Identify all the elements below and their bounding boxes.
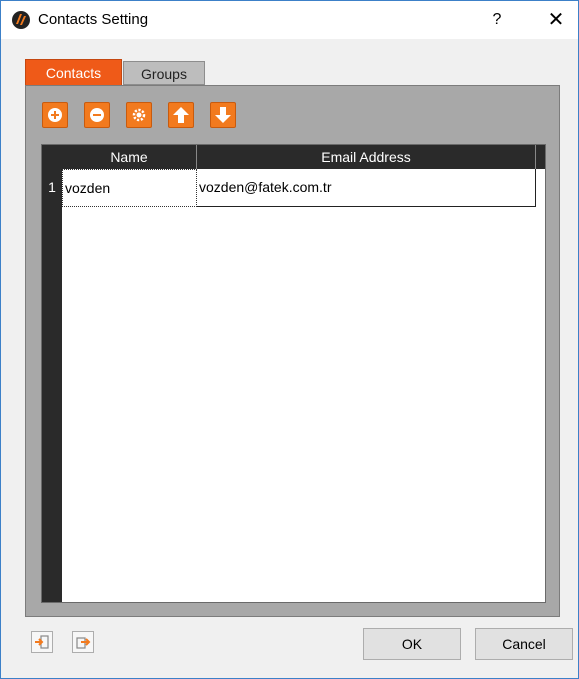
move-up-button[interactable] xyxy=(168,102,194,128)
tab-contacts[interactable]: Contacts xyxy=(25,59,122,85)
import-button[interactable] xyxy=(31,631,53,653)
tab-groups[interactable]: Groups xyxy=(123,61,205,85)
remove-icon xyxy=(90,108,104,122)
export-button[interactable] xyxy=(72,631,94,653)
help-button[interactable]: ? xyxy=(483,7,511,33)
contacts-panel: Name Email Address 1 vozden vozden@fatek… xyxy=(25,85,560,617)
row-header-column xyxy=(42,145,62,602)
close-button[interactable]: ✕ xyxy=(541,7,571,33)
row-number: 1 xyxy=(48,179,56,195)
cancel-button[interactable]: Cancel xyxy=(475,628,573,660)
contacts-setting-dialog: Contacts Setting ? ✕ Contacts Groups Nam… xyxy=(0,0,579,679)
column-header-name[interactable]: Name xyxy=(62,145,197,169)
import-icon xyxy=(35,635,49,649)
add-icon xyxy=(48,108,62,122)
cell-email[interactable]: vozden@fatek.com.tr xyxy=(197,169,536,207)
app-logo-icon xyxy=(12,11,30,29)
gear-icon xyxy=(132,108,146,122)
remove-contact-button[interactable] xyxy=(84,102,110,128)
arrow-up-icon xyxy=(173,107,189,123)
settings-button[interactable] xyxy=(126,102,152,128)
ok-button[interactable]: OK xyxy=(363,628,461,660)
cell-name[interactable]: vozden xyxy=(62,169,197,207)
contacts-table: Name Email Address 1 vozden vozden@fatek… xyxy=(41,144,546,603)
column-header-filler xyxy=(536,145,545,169)
export-icon xyxy=(76,637,91,649)
add-contact-button[interactable] xyxy=(42,102,68,128)
window-title: Contacts Setting xyxy=(38,11,149,28)
title-bar: Contacts Setting ? ✕ xyxy=(1,1,578,39)
move-down-button[interactable] xyxy=(210,102,236,128)
column-header-email[interactable]: Email Address xyxy=(197,145,536,169)
arrow-down-icon xyxy=(215,107,231,123)
